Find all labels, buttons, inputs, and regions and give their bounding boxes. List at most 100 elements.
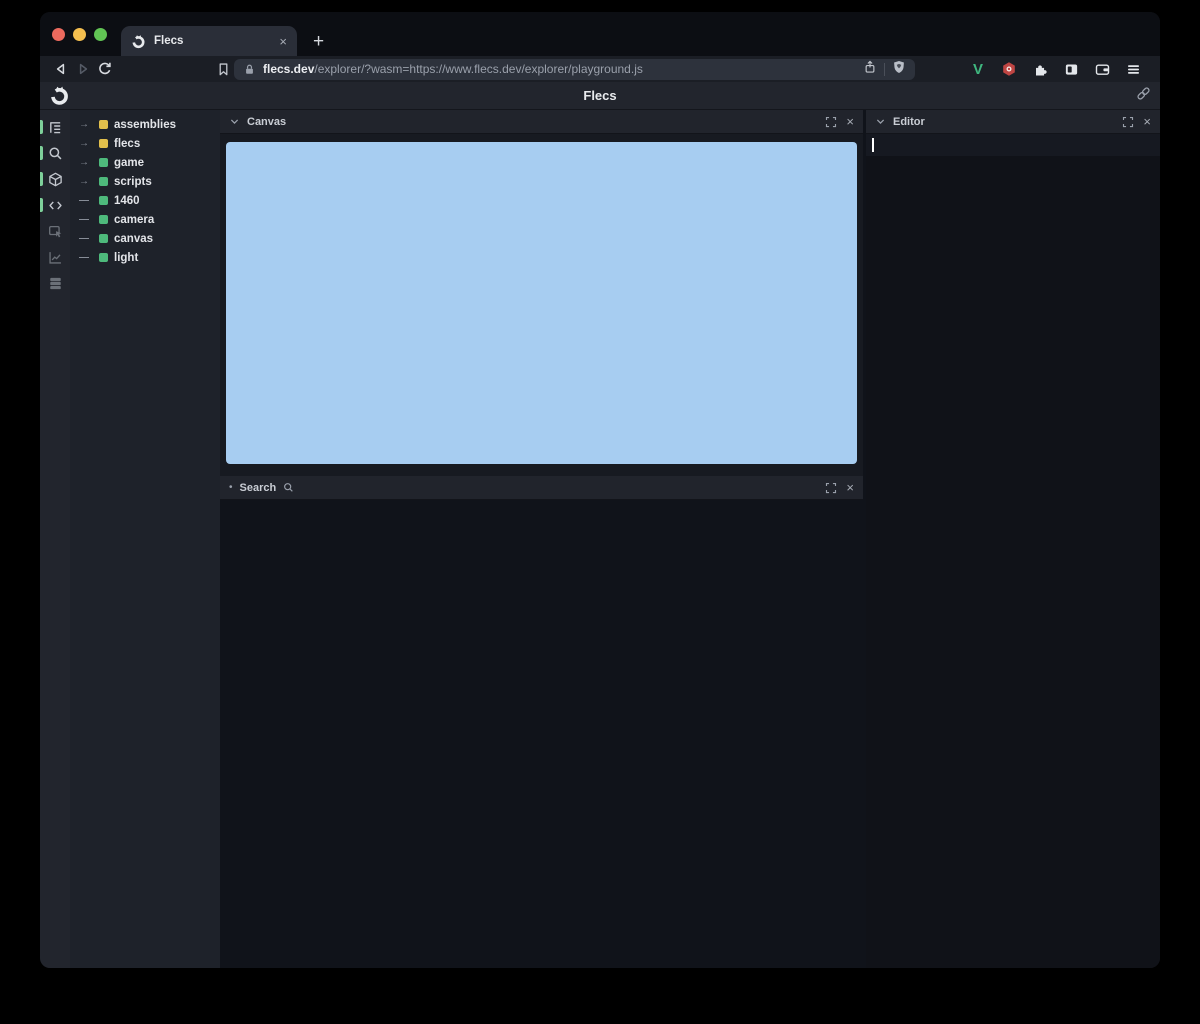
new-tab-button[interactable]: +	[313, 32, 324, 51]
entity-label: camera	[114, 214, 154, 226]
reload-button[interactable]	[94, 58, 116, 80]
browser-tab[interactable]: Flecs ×	[121, 26, 297, 56]
entity-label: canvas	[114, 233, 153, 245]
expand-arrow-icon[interactable]: →	[79, 119, 93, 130]
sidebar-toggle-icon[interactable]	[1060, 58, 1082, 80]
editor-active-line[interactable]	[866, 134, 1160, 156]
back-button[interactable]	[50, 58, 72, 80]
menu-icon[interactable]	[1122, 58, 1144, 80]
entity-color-icon	[99, 196, 108, 205]
search-panel-title: Search	[240, 482, 277, 494]
url-domain: flecs.dev	[263, 62, 314, 76]
chevron-down-icon[interactable]	[229, 116, 240, 127]
browser-tab-bar: Flecs × +	[40, 12, 1160, 56]
app-header: Flecs	[40, 82, 1160, 110]
code-icon	[48, 198, 63, 213]
minimize-window-button[interactable]	[73, 28, 86, 41]
entity-label: 1460	[114, 195, 140, 207]
browser-window: Flecs × + flecs.dev/explorer/?wasm=https…	[40, 12, 1160, 968]
entity-label: assemblies	[114, 119, 176, 131]
tree-row[interactable]: → scripts	[70, 172, 220, 191]
fullscreen-icon[interactable]	[825, 116, 837, 128]
panel-area: Canvas × • Search ×	[220, 110, 1160, 968]
entity-color-icon	[99, 139, 108, 148]
entity-color-icon	[99, 158, 108, 167]
rail-query-button[interactable]	[40, 145, 70, 161]
scene-cube-icon	[48, 172, 63, 187]
close-window-button[interactable]	[52, 28, 65, 41]
lock-icon	[243, 63, 256, 76]
brave-shield-icon[interactable]	[892, 60, 906, 79]
extensions-puzzle-icon[interactable]	[1029, 58, 1051, 80]
editor-input-area[interactable]	[866, 156, 1160, 968]
tab-close-icon[interactable]: ×	[279, 35, 287, 48]
active-indicator	[40, 120, 43, 134]
url-path: /explorer/?wasm=https://www.flecs.dev/ex…	[314, 62, 642, 76]
forward-button[interactable]	[72, 58, 94, 80]
entity-color-icon	[99, 215, 108, 224]
inspector-icon	[48, 224, 63, 239]
share-link-icon[interactable]	[1136, 86, 1151, 106]
canvas-panel-header: Canvas ×	[220, 110, 863, 134]
entity-label: game	[114, 157, 144, 169]
url-text: flecs.dev/explorer/?wasm=https://www.fle…	[263, 62, 643, 76]
fullscreen-icon[interactable]	[1122, 116, 1134, 128]
canvas-column: Canvas × • Search ×	[220, 110, 863, 968]
entity-tree-icon	[48, 120, 63, 135]
tree-row[interactable]: — 1460	[70, 191, 220, 210]
close-panel-icon[interactable]: ×	[846, 481, 854, 494]
share-icon[interactable]	[863, 60, 877, 79]
divider	[884, 63, 885, 76]
expand-arrow-icon[interactable]: —	[79, 233, 93, 244]
expand-arrow-icon[interactable]: →	[79, 138, 93, 149]
search-icon	[283, 482, 294, 493]
entity-tree: → assemblies → flecs → game → scripts	[70, 110, 220, 968]
zoom-window-button[interactable]	[94, 28, 107, 41]
rail-scripts-button[interactable]	[40, 197, 70, 213]
tree-row[interactable]: — canvas	[70, 229, 220, 248]
extension-toolbar: V	[967, 58, 1150, 80]
editor-caret	[872, 138, 874, 152]
expand-arrow-icon[interactable]: →	[79, 157, 93, 168]
empty-area	[220, 500, 863, 968]
tree-row[interactable]: → game	[70, 153, 220, 172]
url-bar[interactable]: flecs.dev/explorer/?wasm=https://www.fle…	[234, 59, 915, 80]
rail-entity-tree-button[interactable]	[40, 119, 70, 135]
collapsed-bullet-icon[interactable]: •	[229, 482, 233, 493]
bookmark-icon[interactable]	[212, 58, 234, 80]
canvas-surface[interactable]	[226, 142, 857, 464]
window-controls	[40, 12, 121, 56]
active-indicator	[40, 198, 43, 212]
editor-panel-title: Editor	[893, 116, 925, 128]
expand-arrow-icon[interactable]: —	[79, 252, 93, 263]
tree-row[interactable]: — light	[70, 248, 220, 267]
browser-toolbar: flecs.dev/explorer/?wasm=https://www.fle…	[40, 56, 1160, 82]
tree-row[interactable]: — camera	[70, 210, 220, 229]
editor-column: Editor ×	[866, 110, 1160, 968]
search-icon	[48, 146, 63, 161]
entity-color-icon	[99, 234, 108, 243]
expand-arrow-icon[interactable]: —	[79, 214, 93, 225]
tree-row[interactable]: → assemblies	[70, 115, 220, 134]
close-panel-icon[interactable]: ×	[1143, 115, 1151, 128]
vue-devtools-icon[interactable]: V	[967, 58, 989, 80]
expand-arrow-icon[interactable]: →	[79, 176, 93, 187]
panel-rail	[40, 110, 70, 968]
entity-color-icon	[99, 120, 108, 129]
commands-list-icon	[48, 276, 63, 291]
rail-commands-button[interactable]	[40, 275, 70, 291]
entity-label: flecs	[114, 138, 140, 150]
close-panel-icon[interactable]: ×	[846, 115, 854, 128]
fullscreen-icon[interactable]	[825, 482, 837, 494]
chevron-down-icon[interactable]	[875, 116, 886, 127]
tree-row[interactable]: → flecs	[70, 134, 220, 153]
expand-arrow-icon[interactable]: —	[79, 195, 93, 206]
entity-label: scripts	[114, 176, 152, 188]
rail-inspector-button[interactable]	[40, 223, 70, 239]
rail-stats-button[interactable]	[40, 249, 70, 265]
extension-badge-icon[interactable]	[998, 58, 1020, 80]
editor-panel-header: Editor ×	[866, 110, 1160, 134]
tab-title: Flecs	[154, 35, 271, 47]
wallet-icon[interactable]	[1091, 58, 1113, 80]
rail-canvas-button[interactable]	[40, 171, 70, 187]
